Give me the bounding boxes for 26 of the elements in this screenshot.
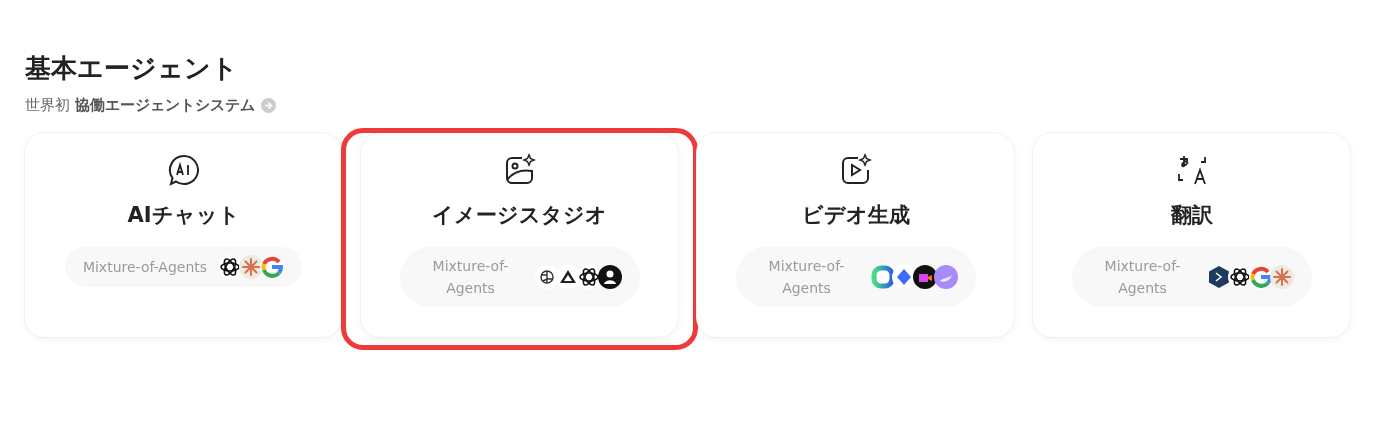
- pill-label: Mixture-of-Agents: [767, 257, 846, 298]
- gradient-ring-logo-icon: [870, 265, 895, 289]
- card-title: AIチャット: [127, 202, 240, 229]
- camera-logo-icon: [912, 265, 937, 289]
- diamond-logo-icon: [891, 265, 916, 289]
- knot-logo-icon: [576, 265, 601, 289]
- figure-logo-icon: [597, 265, 622, 289]
- ai-chat-icon: [166, 153, 201, 187]
- orb-logo-icon: [933, 265, 958, 289]
- card-title: 翻訳: [1170, 202, 1213, 229]
- card-title: ビデオ生成: [801, 202, 910, 229]
- pill-label: Mixture-of-Agents: [1103, 257, 1182, 298]
- multicolor-ring-logo-icon: [1248, 265, 1273, 289]
- triangle-logo-icon: [555, 265, 580, 289]
- starburst-logo-icon: [1269, 265, 1294, 289]
- knot-logo-icon: [218, 255, 243, 279]
- starburst-logo-icon: [239, 255, 264, 279]
- arrow-circle-icon[interactable]: [260, 98, 276, 113]
- multicolor-ring-logo-icon: [260, 255, 285, 279]
- section-title: 基本エージェント: [25, 52, 239, 85]
- pill-label: Mixture-of-Agents: [431, 257, 510, 298]
- pill-label: Mixture-of-Agents: [82, 258, 208, 277]
- section-subtitle: 世界初 協働エージェントシステム: [25, 96, 255, 115]
- card-title: イメージスタジオ: [432, 202, 607, 229]
- hexagon-logo-icon: [1206, 265, 1231, 289]
- knot-logo-icon: [1227, 265, 1252, 289]
